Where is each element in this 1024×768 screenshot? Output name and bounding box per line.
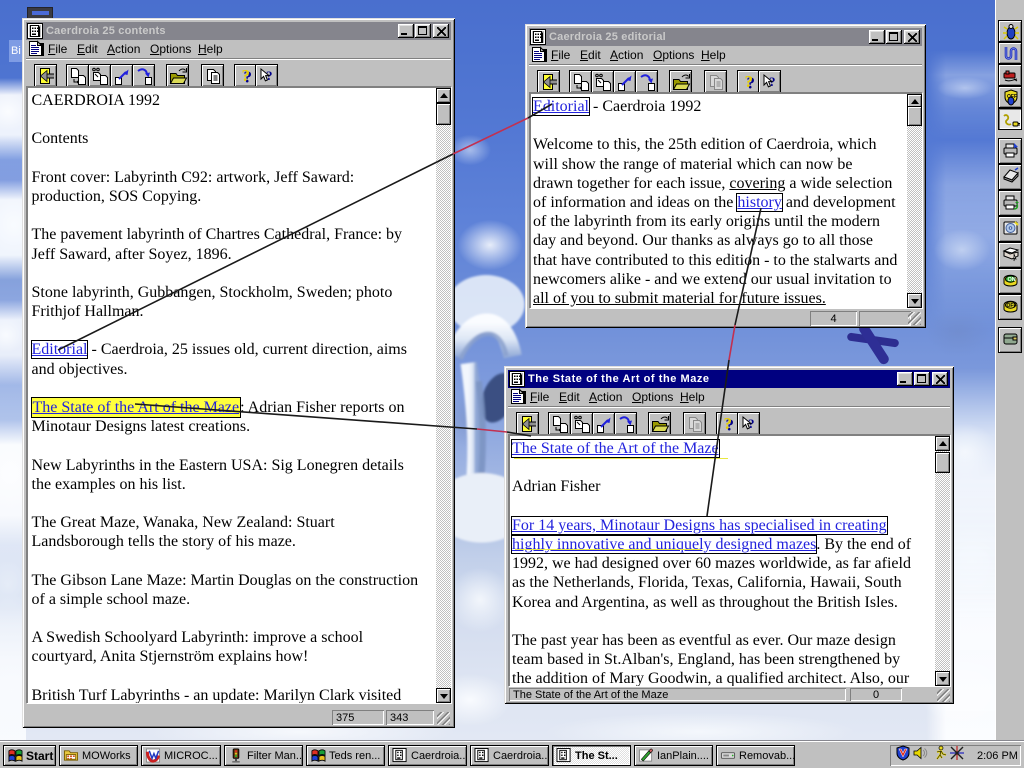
svg-text:OFF: OFF bbox=[1007, 303, 1017, 309]
svg-text:ON: ON bbox=[1008, 277, 1016, 283]
svg-text:?: ? bbox=[724, 415, 733, 433]
svg-text:?: ? bbox=[242, 67, 251, 85]
svg-text:OFF: OFF bbox=[1007, 94, 1017, 100]
svg-text:?: ? bbox=[745, 73, 754, 91]
